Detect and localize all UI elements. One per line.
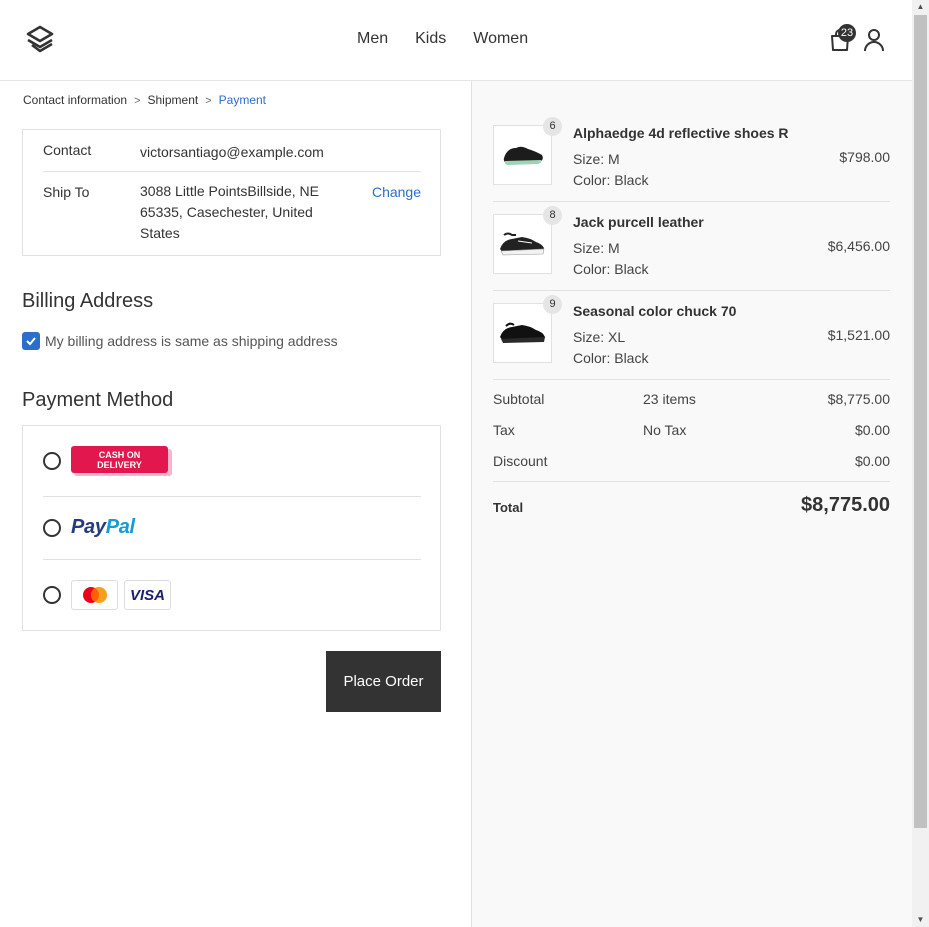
ship-to-address: 3088 Little PointsBillside, NE 65335, Ca… bbox=[140, 181, 319, 244]
payment-method-title: Payment Method bbox=[22, 389, 174, 411]
item-color: Color: Black bbox=[573, 350, 649, 366]
product-image bbox=[493, 214, 552, 274]
same-address-checkbox-row[interactable]: My billing address is same as shipping a… bbox=[22, 332, 338, 350]
item-color: Color: Black bbox=[573, 172, 649, 188]
order-summary: 6 Alphaedge 4d reflective shoes R Size: … bbox=[471, 81, 912, 927]
checkout-page: Men Kids Women 23 Contact information > Sh… bbox=[0, 0, 912, 927]
total-value: $8,775.00 bbox=[801, 494, 890, 516]
total-label: Total bbox=[493, 500, 524, 515]
nav-men[interactable]: Men bbox=[357, 30, 388, 48]
payment-option-cod[interactable]: CASH ON DELIVERY bbox=[43, 446, 421, 476]
item-color: Color: Black bbox=[573, 261, 649, 277]
breadcrumb-payment: Payment bbox=[218, 93, 266, 107]
breadcrumb: Contact information > Shipment > Payment bbox=[23, 93, 266, 107]
payment-method-box: CASH ON DELIVERY PayPal VISA bbox=[22, 425, 441, 631]
chevron-right-icon: > bbox=[205, 95, 212, 107]
cash-on-delivery-logo: CASH ON DELIVERY bbox=[71, 446, 172, 476]
divider bbox=[43, 496, 421, 497]
vertical-scrollbar[interactable]: ▲ ▼ bbox=[912, 0, 929, 927]
billing-address-title: Billing Address bbox=[22, 290, 154, 312]
item-quantity-badge: 8 bbox=[543, 206, 562, 225]
visa-icon: VISA bbox=[124, 580, 171, 610]
contact-summary-box: Contact victorsantiago@example.com Ship … bbox=[22, 129, 441, 256]
place-order-button[interactable]: Place Order bbox=[326, 651, 441, 712]
shoe-icon bbox=[499, 322, 545, 343]
cod-logo-text: CASH ON bbox=[98, 450, 141, 460]
scrollbar-thumb[interactable] bbox=[914, 15, 927, 828]
chevron-right-icon: > bbox=[134, 95, 141, 107]
tax-label: Tax bbox=[493, 422, 515, 438]
item-size: Size: M bbox=[573, 151, 620, 167]
address-line: 3088 Little PointsBillside, NE bbox=[140, 183, 319, 199]
site-header: Men Kids Women 23 bbox=[0, 0, 912, 81]
address-line: 65335, Casechester, United bbox=[140, 204, 313, 220]
checkmark-icon bbox=[26, 337, 36, 346]
cod-radio[interactable] bbox=[43, 452, 61, 470]
breadcrumb-shipment[interactable]: Shipment bbox=[148, 93, 199, 107]
nav-women[interactable]: Women bbox=[473, 30, 528, 48]
payment-option-card[interactable]: VISA bbox=[43, 580, 421, 610]
nav-kids[interactable]: Kids bbox=[415, 30, 446, 48]
item-size: Size: XL bbox=[573, 329, 626, 345]
main-nav: Men Kids Women bbox=[357, 30, 555, 48]
item-price: $1,521.00 bbox=[827, 327, 890, 343]
address-line: States bbox=[140, 225, 180, 241]
cart-item: 9 Seasonal color chuck 70 Size: XL Color… bbox=[493, 291, 890, 380]
change-address-link[interactable]: Change bbox=[372, 184, 421, 200]
cod-logo-text: DELIVERY bbox=[97, 460, 142, 470]
same-address-checkbox[interactable] bbox=[22, 332, 40, 350]
item-price: $798.00 bbox=[839, 149, 890, 165]
item-quantity-badge: 9 bbox=[543, 295, 562, 314]
paypal-logo: PayPal bbox=[71, 516, 135, 538]
subtotal-value: $8,775.00 bbox=[827, 391, 890, 407]
item-name: Alphaedge 4d reflective shoes R bbox=[573, 125, 789, 141]
breadcrumb-contact[interactable]: Contact information bbox=[23, 93, 127, 107]
scroll-up-arrow-icon[interactable]: ▲ bbox=[912, 2, 929, 12]
discount-value: $0.00 bbox=[854, 453, 890, 469]
mastercard-icon bbox=[71, 580, 118, 610]
divider bbox=[43, 171, 421, 172]
product-image bbox=[493, 125, 552, 185]
contact-label: Contact bbox=[43, 142, 92, 158]
contact-email: victorsantiago@example.com bbox=[140, 144, 324, 160]
shoe-icon bbox=[503, 146, 543, 165]
product-image bbox=[493, 303, 552, 363]
discount-label: Discount bbox=[493, 453, 548, 469]
item-name: Jack purcell leather bbox=[573, 214, 704, 230]
cart-count-badge: 23 bbox=[838, 24, 856, 42]
item-quantity-badge: 6 bbox=[543, 117, 562, 136]
payment-option-paypal[interactable]: PayPal bbox=[43, 516, 421, 539]
paypal-radio[interactable] bbox=[43, 518, 61, 537]
scroll-down-arrow-icon[interactable]: ▼ bbox=[912, 915, 929, 925]
item-size: Size: M bbox=[573, 240, 620, 256]
card-radio[interactable] bbox=[43, 586, 61, 604]
item-name: Seasonal color chuck 70 bbox=[573, 303, 737, 319]
logo-icon[interactable] bbox=[25, 25, 55, 55]
divider bbox=[43, 559, 421, 560]
ship-to-label: Ship To bbox=[43, 184, 90, 200]
cart-item: 6 Alphaedge 4d reflective shoes R Size: … bbox=[493, 113, 890, 202]
tax-value: $0.00 bbox=[854, 422, 890, 438]
same-address-label[interactable]: My billing address is same as shipping a… bbox=[45, 333, 338, 349]
tax-note: No Tax bbox=[643, 422, 687, 438]
subtotal-items: 23 items bbox=[643, 391, 696, 407]
shoe-icon bbox=[499, 232, 544, 256]
subtotal-label: Subtotal bbox=[493, 391, 545, 407]
user-icon[interactable] bbox=[863, 28, 885, 52]
divider bbox=[493, 481, 890, 482]
item-price: $6,456.00 bbox=[827, 238, 890, 254]
cart-item: 8 Jack purcell leather Size: M Color: Bl… bbox=[493, 202, 890, 291]
